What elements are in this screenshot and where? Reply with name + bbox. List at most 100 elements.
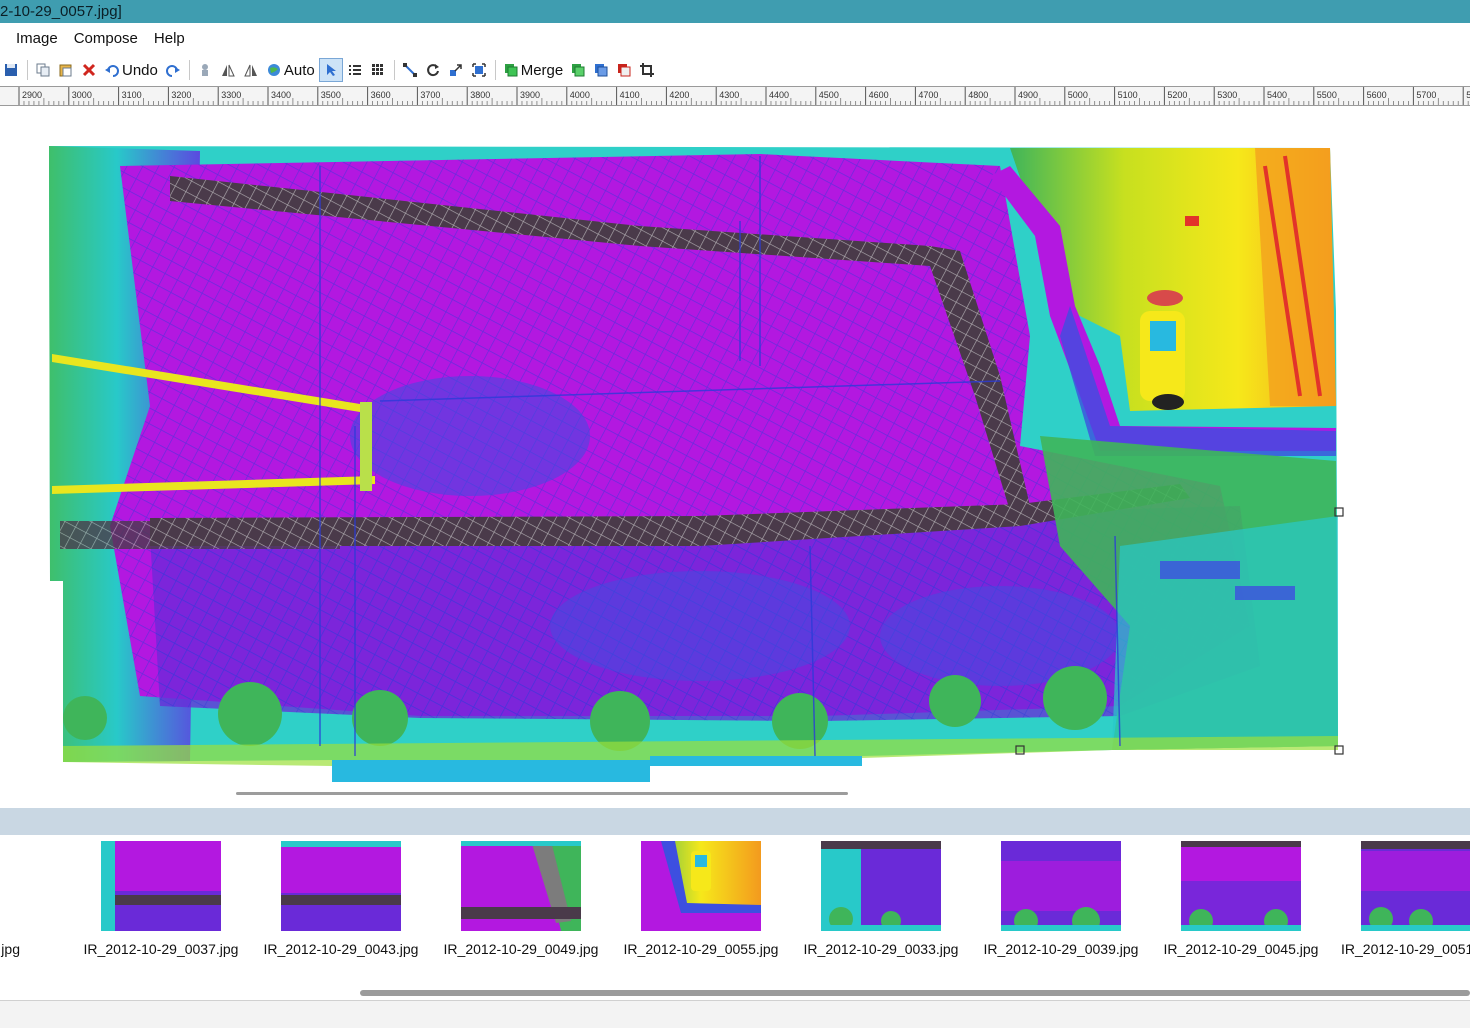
redo-button[interactable] [162, 58, 184, 82]
delete-button[interactable] [78, 58, 100, 82]
scale-button[interactable] [445, 58, 467, 82]
ruler-label: 3400 [271, 90, 291, 100]
person-icon [197, 62, 213, 78]
paste-icon [58, 62, 74, 78]
toolbar-separator [188, 60, 190, 80]
save-button[interactable] [0, 58, 22, 82]
copy-icon [35, 62, 51, 78]
thumbnail-image[interactable] [1001, 841, 1121, 931]
green-layer-button[interactable] [567, 58, 589, 82]
ruler-label: 4600 [869, 90, 889, 100]
stitch-canvas[interactable] [0, 106, 1470, 802]
ruler-label: 3500 [321, 90, 341, 100]
flip-horizontal-button[interactable] [217, 58, 239, 82]
status-bar [0, 1000, 1470, 1028]
ruler-label: 3900 [520, 90, 540, 100]
thumbnail-image[interactable] [101, 841, 221, 931]
thumbnail-item[interactable]: IR_2012-10-29_0049.jpg [441, 841, 621, 961]
red-layers-icon [616, 62, 632, 78]
ruler-label: 3600 [371, 90, 391, 100]
ruler-label: 4000 [570, 90, 590, 100]
thumbnail-item[interactable]: IR_2012-10-29_0051 [1341, 841, 1470, 961]
undo-arrow-icon [104, 62, 120, 78]
ruler-label: 4800 [968, 90, 988, 100]
thumbnail-item[interactable]: _0031.jpg [0, 841, 40, 961]
blue-layer-button[interactable] [590, 58, 612, 82]
ruler-label: 3200 [171, 90, 191, 100]
ruler-label: 3700 [420, 90, 440, 100]
crop-icon [639, 62, 655, 78]
ruler-label: 5100 [1118, 90, 1138, 100]
thumbnail-item[interactable]: IR_2012-10-29_0043.jpg [261, 841, 441, 961]
thumbnail-caption: IR_2012-10-29_0045.jpg [1163, 941, 1319, 957]
canvas-scrollbar[interactable] [236, 792, 848, 795]
auto-label: Auto [283, 61, 315, 79]
thumbnail-image[interactable] [1361, 841, 1470, 931]
thumbnail-scrollbar[interactable] [360, 990, 1470, 996]
thumbnail-caption: IR_2012-10-29_0049.jpg [443, 941, 599, 957]
thumbnail-caption: IR_2012-10-29_0055.jpg [623, 941, 779, 957]
green-layers-icon [503, 62, 519, 78]
ruler-label: 3100 [122, 90, 142, 100]
flip-vertical-button[interactable] [240, 58, 262, 82]
thumbnail-image[interactable] [461, 841, 581, 931]
select-tool-button[interactable] [318, 58, 343, 82]
thumbnail-image[interactable] [641, 841, 761, 931]
thumbnail-strip: _0031.jpg IR_2012-10-29_0037.jpg IR_2012… [0, 835, 1470, 985]
copy-button[interactable] [32, 58, 54, 82]
cursor-icon [323, 62, 339, 78]
toolbar-separator [494, 60, 496, 80]
thumbnail-item[interactable]: IR_2012-10-29_0055.jpg [621, 841, 801, 961]
flip-horizontal-icon [220, 62, 236, 78]
rotate-icon [425, 62, 441, 78]
merge-button[interactable]: Merge [500, 58, 567, 82]
rotate-button[interactable] [422, 58, 444, 82]
ruler-label: 4900 [1018, 90, 1038, 100]
menu-help[interactable]: Help [146, 27, 193, 51]
paste-button[interactable] [55, 58, 77, 82]
thumbnail-item[interactable]: IR_2012-10-29_0039.jpg [981, 841, 1161, 961]
connect-button[interactable] [399, 58, 421, 82]
thumbnail-item[interactable]: IR_2012-10-29_0045.jpg [1161, 841, 1341, 961]
thumbnail-caption: IR_2012-10-29_0039.jpg [983, 941, 1139, 957]
ruler-label: 4300 [719, 90, 739, 100]
ruler-label: 5600 [1367, 90, 1387, 100]
ruler-label: 5200 [1167, 90, 1187, 100]
thermal-mosaic-image[interactable] [0, 106, 1470, 802]
thumbnail-strip-header [0, 808, 1470, 835]
ruler-label: 5700 [1416, 90, 1436, 100]
ruler-label: 4700 [918, 90, 938, 100]
menu-compose[interactable]: Compose [66, 27, 146, 51]
fit-frame-icon [471, 62, 487, 78]
blue-layers-icon [593, 62, 609, 78]
thumbnail-image[interactable] [821, 841, 941, 931]
ruler-label: 5400 [1267, 90, 1287, 100]
thumbnail-item[interactable]: IR_2012-10-29_0037.jpg [81, 841, 261, 961]
title-bar: 2-10-29_0057.jpg] [0, 0, 1470, 23]
ruler-ticks: 2900 3000 3100 3200 3300 3400 3500 3600 3700 3800… [18, 87, 1470, 105]
thumbnail-image[interactable] [281, 841, 401, 931]
auto-button[interactable]: Auto [263, 58, 318, 82]
ruler-label: 4500 [819, 90, 839, 100]
grid-button[interactable] [367, 58, 389, 82]
thumbnail-image[interactable] [1181, 841, 1301, 931]
grid-dots-button[interactable] [344, 58, 366, 82]
crop-button[interactable] [636, 58, 658, 82]
grid-dots-icon [347, 62, 363, 78]
connect-arrows-icon [402, 62, 418, 78]
undo-button[interactable]: Undo [101, 58, 161, 82]
undo-label: Undo [122, 61, 158, 79]
ruler-label: 3800 [470, 90, 490, 100]
ruler-label: 2900 [22, 90, 42, 100]
ruler-label: 5300 [1217, 90, 1237, 100]
thumbnail-item[interactable]: IR_2012-10-29_0033.jpg [801, 841, 981, 961]
ruler-label: 58 [1466, 90, 1470, 100]
window-title: 2-10-29_0057.jpg] [0, 3, 122, 20]
red-layer-button[interactable] [613, 58, 635, 82]
flip-vertical-icon [243, 62, 259, 78]
fit-button[interactable] [468, 58, 490, 82]
thumbnail-caption: IR_2012-10-29_0043.jpg [263, 941, 419, 957]
menu-image[interactable]: Image [8, 27, 66, 51]
person-button[interactable] [194, 58, 216, 82]
resize-icon [448, 62, 464, 78]
